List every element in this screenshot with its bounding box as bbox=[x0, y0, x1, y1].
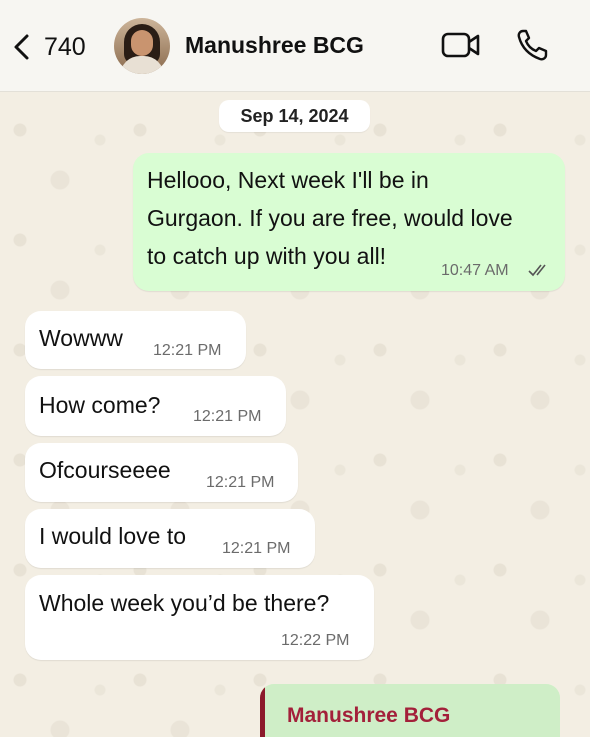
message-text: Wowww bbox=[39, 325, 123, 351]
message-incoming[interactable]: How come? 12:21 PM bbox=[25, 376, 286, 436]
message-text-line: to catch up with you all! bbox=[147, 243, 387, 269]
contact-name[interactable]: Manushree BCG bbox=[185, 32, 364, 59]
avatar[interactable] bbox=[114, 18, 170, 74]
message-incoming[interactable]: I would love to 12:21 PM bbox=[25, 509, 315, 568]
message-text: Ofcourseeee bbox=[39, 457, 171, 483]
phone-icon[interactable] bbox=[516, 28, 548, 62]
message-incoming[interactable]: Wowww 12:21 PM bbox=[25, 311, 246, 369]
message-text-line: Gurgaon. If you are free, would love bbox=[147, 205, 513, 231]
back-button[interactable]: 740 bbox=[10, 28, 86, 66]
message-text-line: Hellooo, Next week I'll be in bbox=[147, 167, 429, 193]
unread-count: 740 bbox=[44, 32, 86, 61]
message-time: 12:21 PM bbox=[206, 474, 275, 491]
message-text: Whole week you’d be there? bbox=[39, 590, 330, 616]
date-separator: Sep 14, 2024 bbox=[219, 100, 370, 132]
quoted-reply[interactable]: Manushree BCG bbox=[260, 684, 560, 737]
video-camera-icon[interactable] bbox=[441, 30, 481, 60]
chat-header: 740 Manushree BCG bbox=[0, 0, 590, 92]
message-text: I would love to bbox=[39, 523, 187, 549]
message-time: 12:21 PM bbox=[193, 408, 262, 425]
message-time: 10:47 AM bbox=[441, 262, 509, 279]
message-outgoing-reply[interactable]: Manushree BCG bbox=[260, 684, 560, 737]
message-time: 12:21 PM bbox=[153, 342, 222, 359]
message-time: 12:21 PM bbox=[222, 540, 291, 557]
quoted-author: Manushree BCG bbox=[287, 704, 451, 727]
double-check-icon bbox=[528, 264, 546, 277]
message-text: How come? bbox=[39, 392, 161, 418]
message-outgoing[interactable]: Hellooo, Next week I'll be in Gurgaon. I… bbox=[133, 153, 565, 291]
message-incoming[interactable]: Whole week you’d be there? 12:22 PM bbox=[25, 575, 374, 660]
message-incoming[interactable]: Ofcourseeee 12:21 PM bbox=[25, 443, 298, 502]
message-time: 12:22 PM bbox=[281, 632, 350, 649]
chevron-left-icon bbox=[14, 34, 29, 60]
